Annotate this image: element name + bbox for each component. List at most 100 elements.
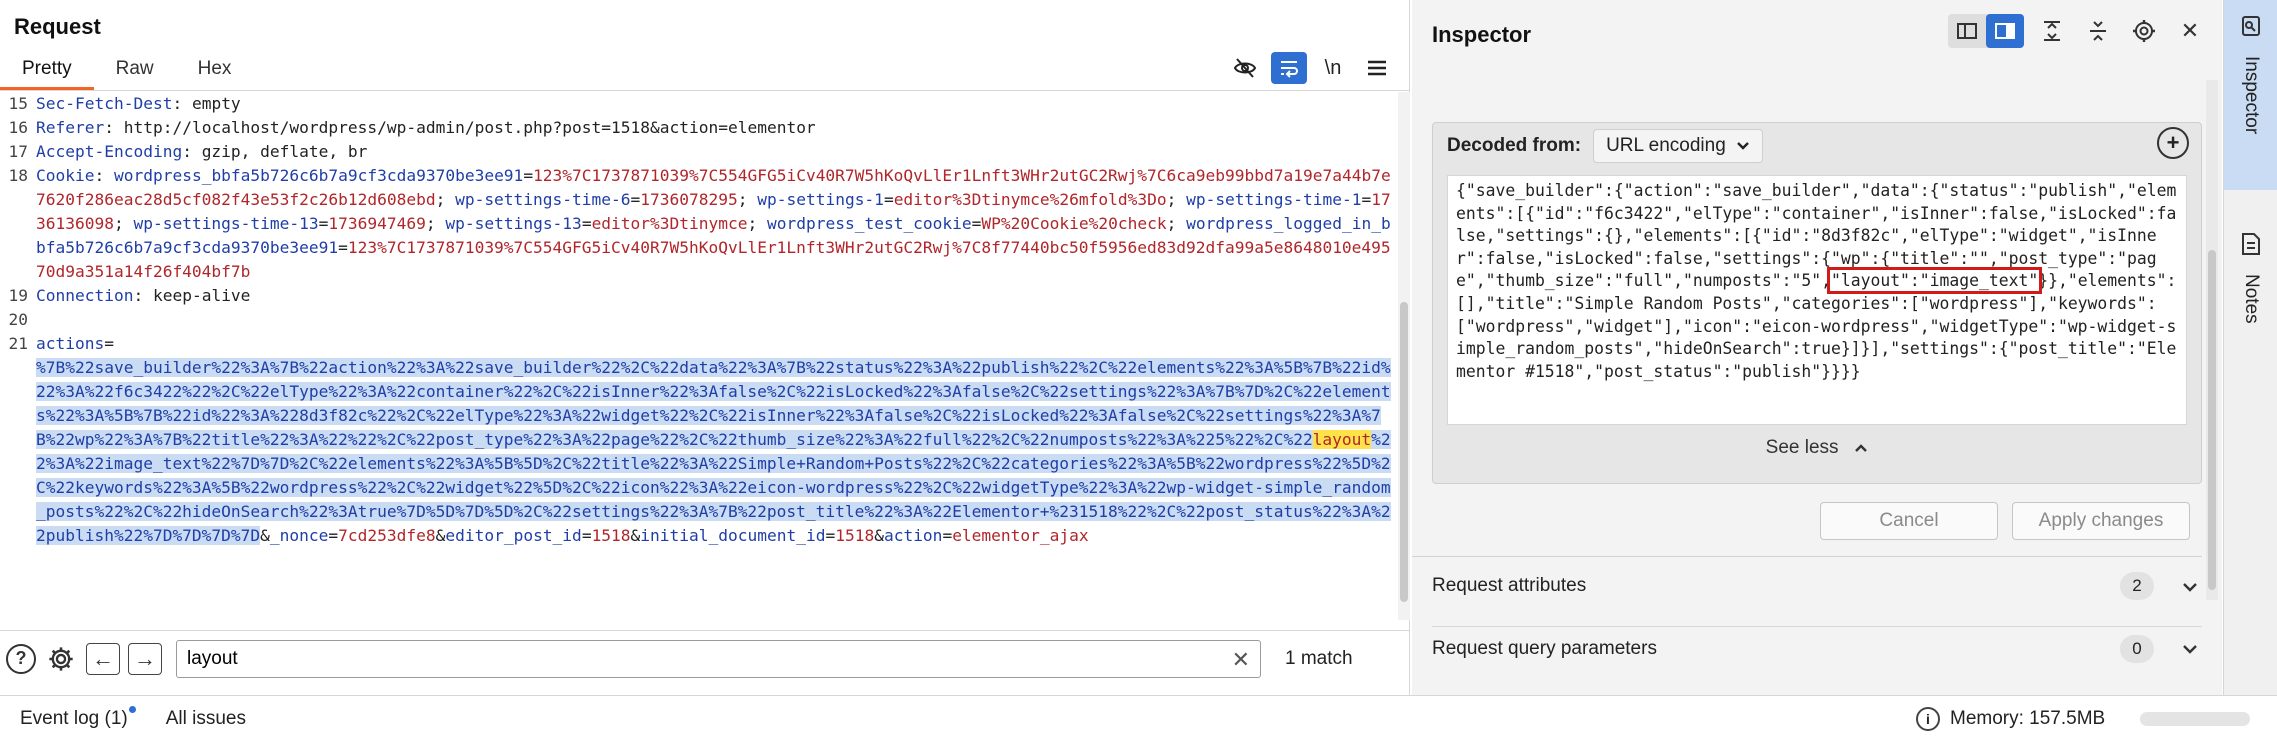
line-number: 15: [8, 94, 29, 113]
sidebar-tab-label: Notes: [2241, 274, 2262, 324]
event-log-label: Event log (1): [20, 708, 128, 729]
hamburger-menu-icon[interactable]: [1359, 52, 1395, 84]
right-sidebar: Inspector Notes: [2223, 0, 2277, 695]
tab-raw[interactable]: Raw: [94, 54, 176, 90]
cookie-value: WP%20Cookie%20check: [981, 214, 1167, 233]
scrollbar-thumb[interactable]: [1400, 302, 1408, 602]
highlighted-layout-value: "layout":"image_text": [1826, 267, 2043, 295]
header-name: Accept-Encoding: [36, 142, 183, 161]
body-param-value: 7cd253dfe8: [338, 526, 436, 545]
status-bar: Event log (1) All issues i Memory: 157.5…: [0, 695, 2277, 742]
close-icon[interactable]: ✕: [1232, 647, 1250, 673]
header-name: Cookie: [36, 166, 95, 185]
cookie-name: wordpress_test_cookie: [767, 214, 972, 233]
decoded-actions: Cancel Apply changes: [1820, 502, 2190, 540]
header-value: keep-alive: [152, 286, 251, 305]
layout-split-icon[interactable]: [1948, 14, 1986, 48]
request-view-tabs: Pretty Raw Hex: [0, 54, 253, 90]
header-value: http://localhost/wordpress/wp-admin/post…: [123, 118, 816, 137]
decoded-from-card: Decoded from: URL encoding + {"save_buil…: [1432, 122, 2202, 484]
gear-icon[interactable]: [2126, 14, 2162, 48]
search-input[interactable]: [177, 640, 1260, 677]
body-param-name: action: [883, 526, 943, 545]
cookie-value: 1736947469: [328, 214, 426, 233]
memory-usage-bar: [2140, 712, 2250, 726]
request-editor[interactable]: 15 Sec-Fetch-Dest: empty 16 Referer: htt…: [0, 92, 1396, 620]
section-request-query-parameters[interactable]: Request query parameters 0: [1432, 626, 2202, 670]
body-param-value: elementor_ajax: [952, 526, 1089, 545]
info-icon[interactable]: i: [1916, 707, 1940, 731]
close-icon[interactable]: ✕: [2172, 14, 2208, 48]
header-name: Referer: [36, 118, 105, 137]
gear-icon[interactable]: [44, 642, 78, 676]
sidebar-tab-label: Inspector: [2241, 56, 2262, 135]
collapse-icon[interactable]: [2080, 14, 2116, 48]
selected-text[interactable]: %7B%22save_builder%22%3A%7B%22action%22%…: [36, 358, 1391, 545]
section-label: Request query parameters: [1432, 637, 1657, 659]
search-bar: ? ← → ✕ 1 match: [0, 630, 1410, 686]
apply-changes-button[interactable]: Apply changes: [2012, 502, 2190, 540]
cancel-button[interactable]: Cancel: [1820, 502, 1998, 540]
encoding-dropdown[interactable]: URL encoding: [1593, 129, 1763, 163]
decoded-label: Decoded from:: [1447, 135, 1582, 156]
sidebar-tab-inspector[interactable]: Inspector: [2224, 0, 2277, 190]
all-issues-link[interactable]: All issues: [166, 708, 246, 730]
body-param-value: 1518: [835, 526, 875, 545]
layout-columns-icon[interactable]: [1986, 14, 2024, 48]
add-icon[interactable]: +: [2157, 127, 2189, 159]
count-badge: 2: [2120, 572, 2154, 600]
inspector-icon: [2239, 14, 2263, 44]
section-label: Request attributes: [1432, 575, 1587, 596]
chevron-down-icon: [2178, 576, 2202, 597]
help-icon[interactable]: ?: [6, 643, 36, 674]
cookie-name: wp-settings-time-6: [455, 190, 631, 209]
editor-line: 18 Cookie: wordpress_bbfa5b726c6b7a9cf3c…: [0, 164, 1396, 284]
editor-line: 20: [0, 308, 1396, 332]
body-param-name: initial_document_id: [640, 526, 826, 545]
event-log-link[interactable]: Event log (1): [20, 706, 136, 730]
tab-pretty[interactable]: Pretty: [0, 54, 94, 90]
divider: [1412, 556, 2202, 557]
line-number: 21: [8, 334, 29, 353]
search-field: ✕: [176, 639, 1261, 678]
header-value: gzip, deflate, br: [201, 142, 368, 161]
section-request-attributes[interactable]: Request attributes 2: [1432, 564, 2202, 608]
cookie-name: wordpress_bbfa5b726c6b7a9cf3cda9370be3ee…: [113, 166, 524, 185]
arrow-left-icon[interactable]: ←: [86, 642, 120, 675]
tab-hex[interactable]: Hex: [176, 54, 254, 90]
arrow-right-icon[interactable]: →: [128, 642, 162, 675]
scrollbar-thumb[interactable]: [2208, 250, 2216, 590]
line-number: 20: [8, 310, 29, 329]
sidebar-tab-notes[interactable]: Notes: [2224, 218, 2277, 368]
request-toolbar: \n: [1227, 52, 1395, 84]
body-param-name: _nonce: [269, 526, 329, 545]
search-match-highlight: layout: [1312, 430, 1372, 449]
cookie-value: editor%3Dtinymce: [591, 214, 748, 233]
expand-icon[interactable]: [2034, 14, 2070, 48]
newline-toggle-button[interactable]: \n: [1315, 52, 1351, 84]
see-less-button[interactable]: See less: [1433, 437, 2201, 459]
editor-scrollbar[interactable]: [1398, 92, 1410, 620]
body-param-name: editor_post_id: [445, 526, 582, 545]
notification-dot: [128, 706, 136, 713]
eye-slash-icon[interactable]: [1227, 52, 1263, 84]
wrap-lines-icon[interactable]: [1271, 52, 1307, 84]
chevron-down-icon: [2178, 638, 2202, 659]
notes-icon: [2240, 232, 2262, 262]
memory-label: Memory: 157.5MB: [1950, 708, 2106, 729]
header-name: Connection: [36, 286, 134, 305]
decoded-text-area[interactable]: {"save_builder":{"action":"save_builder"…: [1447, 175, 2187, 425]
encoding-value: URL encoding: [1606, 135, 1726, 156]
chevron-up-icon: [1854, 437, 1868, 458]
chevron-down-icon: [1736, 135, 1750, 157]
cookie-name: wp-settings-time-1: [1186, 190, 1362, 209]
layout-toggle: [1948, 14, 2024, 48]
inspector-panel: Inspector ✕ Decoded from: URL encoding +…: [1412, 0, 2222, 695]
cookie-name: wp-settings-time-13: [133, 214, 319, 233]
cookie-name: wp-settings-13: [445, 214, 582, 233]
inspector-scrollbar[interactable]: [2206, 80, 2218, 600]
editor-line: 19 Connection: keep-alive: [0, 284, 1396, 308]
inspector-toolbar: ✕: [1948, 14, 2208, 48]
panel-title: Request: [14, 14, 101, 39]
body-param-value: %7B%22save_builder%22%3A%7B%22action%22%…: [36, 358, 1391, 449]
